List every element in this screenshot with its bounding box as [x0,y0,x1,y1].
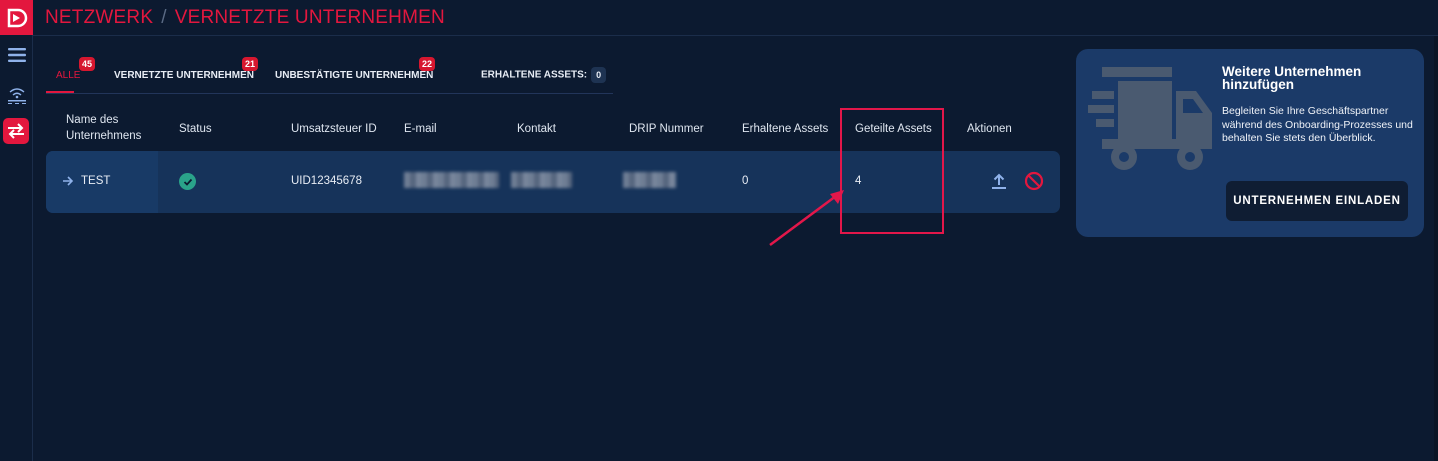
menu-icon[interactable] [0,44,33,66]
tab-alle-label: ALLE [56,70,81,81]
tab-erhaltene-label: ERHALTENE ASSETS: [481,69,588,81]
scrollbar-track[interactable] [1434,36,1438,461]
tab-unbestaetigte-unternehmen[interactable]: UNBESTÄTIGTE UNTERNEHMEN 22 [275,57,436,81]
received-assets-value: 0 [742,175,749,187]
breadcrumb-netzwerk[interactable]: NETZWERK [45,7,153,29]
drip-number-redacted [623,172,676,188]
contact-redacted [511,172,572,188]
company-name[interactable]: TEST [81,174,110,188]
column-header-drip[interactable]: DRIP Nummer [629,121,704,137]
column-header-actions: Aktionen [967,123,1012,135]
card-description: Begleiten Sie Ihre Geschäftspartner währ… [1222,105,1413,144]
tab-erhaltene-badge: 0 [591,67,607,83]
column-header-email[interactable]: E-mail [404,121,437,137]
arrow-right-icon[interactable] [62,175,74,191]
tab-bar: ALLE 45 VERNETZTE UNTERNEHMEN 21 UNBESTÄ… [46,56,613,94]
card-title: Weitere Unternehmen hinzufügen [1222,64,1362,92]
column-header-name-line1: Name des [66,114,119,126]
block-icon[interactable] [1023,170,1045,192]
vat-id-value: UID12345678 [291,175,362,187]
active-tab-indicator [46,91,74,93]
tab-unbestaetigte-label: UNBESTÄTIGTE UNTERNEHMEN [275,70,434,81]
breadcrumb: NETZWERK / VERNETZTE UNTERNEHMEN [33,0,1438,36]
tab-alle-badge: 45 [79,57,96,71]
column-header-vat[interactable]: Umsatzsteuer ID [291,121,377,137]
left-rail [0,0,33,461]
invite-companies-button[interactable]: UNTERNEHMEN EINLADEN [1226,181,1408,221]
wifi-icon[interactable] [0,82,33,106]
swap-icon[interactable] [3,118,29,144]
invite-companies-card: Weitere Unternehmen hinzufügen Begleiten… [1076,49,1424,237]
tab-vernetzte-unternehmen[interactable]: VERNETZTE UNTERNEHMEN 21 [114,57,259,81]
column-header-name[interactable]: Name des Unternehmens [66,112,141,144]
truck-icon [1088,67,1212,170]
tab-vernetzte-badge: 21 [242,57,259,71]
logo-icon[interactable] [0,0,33,35]
annotation-arrow [769,190,844,247]
breadcrumb-separator: / [161,6,167,28]
tab-unbestaetigte-badge: 22 [419,57,436,71]
column-header-contact[interactable]: Kontakt [517,121,556,137]
page-title: VERNETZTE UNTERNEHMEN [174,6,445,28]
tab-alle[interactable]: ALLE 45 [56,57,96,81]
highlight-box-annotation [840,108,944,234]
column-header-received-assets[interactable]: Erhaltene Assets [742,121,828,137]
check-circle-icon [179,173,196,190]
column-header-status[interactable]: Status [179,121,212,137]
upload-icon[interactable] [988,170,1010,192]
email-redacted [404,172,499,188]
tab-erhaltene-assets[interactable]: ERHALTENE ASSETS: 0 [481,67,607,83]
column-header-name-line2: Unternehmens [66,130,142,142]
tab-vernetzte-label: VERNETZTE UNTERNEHMEN [114,70,255,81]
